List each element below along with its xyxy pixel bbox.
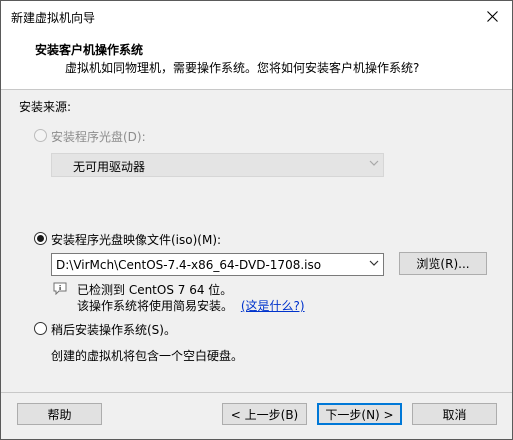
drive-select-value: 无可用驱动器 <box>73 160 146 174</box>
whats-this-link[interactable]: (这是什么?) <box>241 299 305 313</box>
wizard-window: 新建虚拟机向导 安装客户机操作系统 虚拟机如同物理机，需要操作系统。您将如何安装… <box>0 0 513 440</box>
later-description: 创建的虚拟机将包含一个空白硬盘。 <box>51 349 244 363</box>
radio-iso-label: 安装程序光盘映像文件(iso)(M): <box>51 233 222 247</box>
chevron-down-icon[interactable] <box>369 260 379 267</box>
page-title: 安装客户机操作系统 <box>35 43 144 57</box>
next-button[interactable]: 下一步(N) > <box>317 403 402 425</box>
page-subtitle: 虚拟机如同物理机，需要操作系统。您将如何安装客户机操作系统? <box>65 61 420 75</box>
footer-divider <box>1 392 512 393</box>
radio-iso-dot <box>37 235 44 242</box>
radio-disc[interactable] <box>34 129 47 142</box>
source-label: 安装来源: <box>19 100 72 114</box>
drive-select[interactable]: 无可用驱动器 <box>51 153 384 177</box>
detect-text-line2: 该操作系统将使用简易安装。 <box>77 299 234 313</box>
back-button[interactable]: < 上一步(B) <box>222 403 307 425</box>
title-bar: 新建虚拟机向导 <box>1 1 512 31</box>
iso-path-input[interactable]: D:\VirMch\CentOS-7.4-x86_64-DVD-1708.iso <box>51 253 384 276</box>
iso-path-value: D:\VirMch\CentOS-7.4-x86_64-DVD-1708.iso <box>56 258 322 272</box>
radio-iso[interactable] <box>34 232 47 245</box>
header-panel: 安装客户机操作系统 虚拟机如同物理机，需要操作系统。您将如何安装客户机操作系统? <box>1 31 512 90</box>
radio-later[interactable] <box>34 322 47 335</box>
radio-later-label: 稍后安装操作系统(S)。 <box>51 323 176 337</box>
browse-button[interactable]: 浏览(R)... <box>399 252 487 275</box>
cancel-button[interactable]: 取消 <box>412 403 497 425</box>
info-icon <box>53 282 67 295</box>
close-icon <box>486 10 498 22</box>
radio-disc-label: 安装程序光盘(D): <box>51 130 146 144</box>
chevron-down-icon <box>369 160 379 166</box>
close-button[interactable] <box>472 1 512 31</box>
help-button[interactable]: 帮助 <box>17 403 102 425</box>
detect-text-line1: 已检测到 CentOS 7 64 位。 <box>77 283 233 297</box>
window-title: 新建虚拟机向导 <box>11 11 96 25</box>
